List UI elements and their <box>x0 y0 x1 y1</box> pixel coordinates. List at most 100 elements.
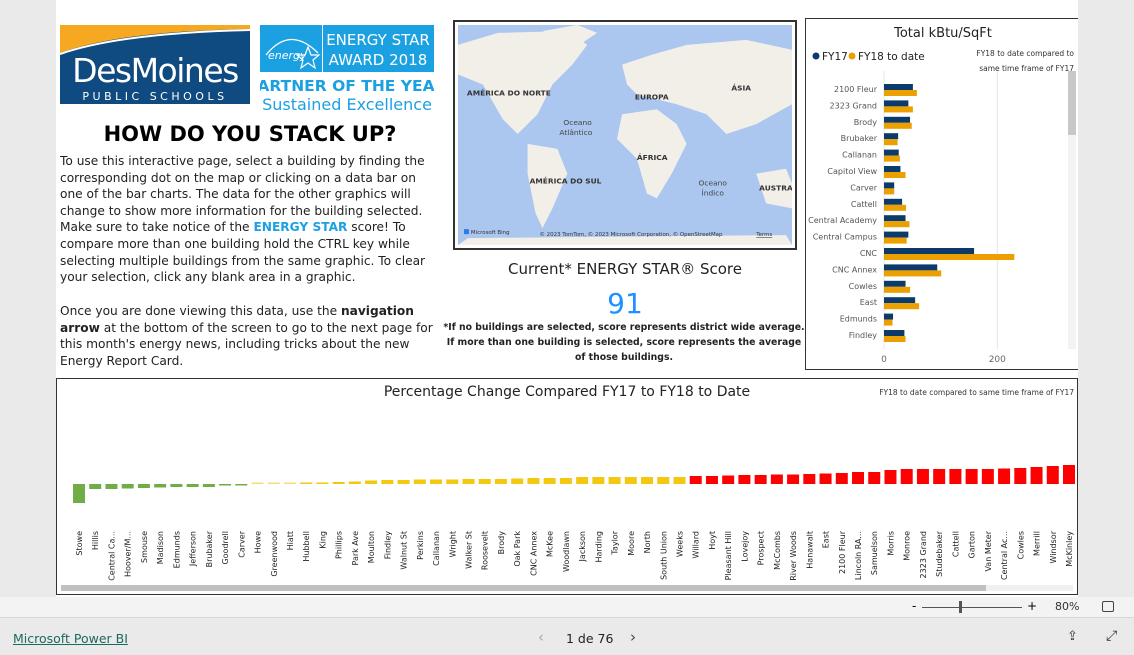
bar[interactable] <box>803 474 816 484</box>
bar-fy17[interactable] <box>884 84 913 90</box>
zoom-slider-handle[interactable] <box>959 601 962 613</box>
zoom-out-button[interactable]: - <box>912 599 916 613</box>
scrollbar-thumb[interactable] <box>61 585 986 591</box>
fullscreen-icon[interactable]: ⤢ <box>1106 628 1117 644</box>
bar[interactable] <box>462 479 475 484</box>
bar-fy18[interactable] <box>884 336 906 342</box>
next-page-button[interactable]: › <box>630 628 636 646</box>
bar-fy17[interactable] <box>884 100 909 107</box>
percent-change-chart[interactable]: Percentage Change Compared FY17 to FY18 … <box>56 378 1078 595</box>
bar-fy18[interactable] <box>884 106 913 113</box>
bar[interactable] <box>397 480 410 484</box>
bar-fy17[interactable] <box>884 313 894 320</box>
bar[interactable] <box>868 472 881 484</box>
bar[interactable] <box>251 482 264 485</box>
bar[interactable] <box>365 480 378 485</box>
bar[interactable] <box>170 484 183 487</box>
bar-fy17[interactable] <box>884 297 916 304</box>
bar[interactable] <box>1030 467 1043 484</box>
bar[interactable] <box>559 478 572 484</box>
bar[interactable] <box>235 484 248 486</box>
bar[interactable] <box>267 482 280 485</box>
bar-fy18[interactable] <box>884 303 920 310</box>
bar[interactable] <box>608 477 621 484</box>
bar[interactable] <box>770 474 783 485</box>
bar-fy17[interactable] <box>884 264 938 271</box>
zoom-slider[interactable] <box>922 607 1022 608</box>
bar[interactable] <box>89 484 102 489</box>
bar[interactable] <box>965 469 978 484</box>
map-terms-link[interactable]: Terms <box>755 232 772 238</box>
bar[interactable] <box>186 484 199 487</box>
bar[interactable] <box>332 482 345 484</box>
bar[interactable] <box>657 477 670 484</box>
bar[interactable] <box>900 469 913 484</box>
bar[interactable] <box>1014 468 1027 484</box>
bar[interactable] <box>705 476 718 484</box>
bar[interactable] <box>673 477 686 484</box>
bar[interactable] <box>137 484 150 488</box>
kbtu-chart[interactable]: Total kBtu/SqFt FY17 FY18 to date FY18 to d… <box>805 18 1078 370</box>
bar-fy18[interactable] <box>884 155 900 162</box>
bar[interactable] <box>73 484 85 503</box>
bar[interactable] <box>413 479 426 485</box>
bar-fy17[interactable] <box>884 116 911 123</box>
bar[interactable] <box>105 484 118 489</box>
bar[interactable] <box>916 469 929 484</box>
bar[interactable] <box>1063 465 1075 484</box>
bar[interactable] <box>430 479 443 485</box>
bar-fy18[interactable] <box>884 237 907 244</box>
bar-fy18[interactable] <box>884 122 912 129</box>
bar[interactable] <box>754 475 767 484</box>
bar[interactable] <box>446 479 459 485</box>
bar-fy18[interactable] <box>884 221 910 228</box>
bar-fy18[interactable] <box>884 254 1015 260</box>
bar-fy18[interactable] <box>884 204 907 211</box>
bar-fy18[interactable] <box>884 172 906 178</box>
bar[interactable] <box>348 481 361 485</box>
bar-fy17[interactable] <box>884 280 906 287</box>
bar-fy17[interactable] <box>884 231 909 238</box>
bar[interactable] <box>543 478 556 484</box>
fit-to-page-icon[interactable] <box>1102 601 1114 612</box>
bar[interactable] <box>787 474 800 485</box>
bar[interactable] <box>154 484 167 488</box>
bar[interactable] <box>738 475 751 484</box>
bar-fy18[interactable] <box>884 139 898 146</box>
bar-fy17[interactable] <box>884 166 901 172</box>
bar[interactable] <box>592 477 605 484</box>
bar-fy18[interactable] <box>884 90 917 96</box>
bar[interactable] <box>722 475 735 485</box>
bar[interactable] <box>381 480 394 484</box>
bar[interactable] <box>689 476 702 484</box>
bar-fy18[interactable] <box>884 286 911 293</box>
bar[interactable] <box>884 470 897 484</box>
bar[interactable] <box>283 482 296 485</box>
bar[interactable] <box>478 479 491 484</box>
scrollbar-thumb[interactable] <box>1068 71 1076 135</box>
bar-fy17[interactable] <box>884 182 895 189</box>
building-map[interactable]: AMÉRICA DO NORTE EUROPA ÁSIA ÁFRICA AMÉR… <box>453 20 797 250</box>
bar[interactable] <box>852 472 865 484</box>
bar[interactable] <box>819 473 832 485</box>
bar[interactable] <box>1046 466 1059 484</box>
bar[interactable] <box>121 484 134 489</box>
bar-fy17[interactable] <box>884 248 975 254</box>
bar[interactable] <box>981 469 994 484</box>
bar[interactable] <box>998 468 1011 485</box>
bar[interactable] <box>933 469 946 484</box>
bar[interactable] <box>624 477 637 484</box>
bar[interactable] <box>300 482 313 485</box>
bar[interactable] <box>949 469 962 484</box>
bar-fy18[interactable] <box>884 188 895 195</box>
bar-fy17[interactable] <box>884 215 906 222</box>
bar-fy18[interactable] <box>884 270 942 277</box>
bar[interactable] <box>511 478 524 485</box>
bar[interactable] <box>527 478 540 484</box>
bar[interactable] <box>494 479 507 484</box>
bar[interactable] <box>316 482 329 485</box>
bar-fy17[interactable] <box>884 133 899 140</box>
bar-fy17[interactable] <box>884 149 899 156</box>
zoom-in-button[interactable]: + <box>1027 599 1037 613</box>
share-icon[interactable]: ⇪ <box>1067 629 1078 644</box>
